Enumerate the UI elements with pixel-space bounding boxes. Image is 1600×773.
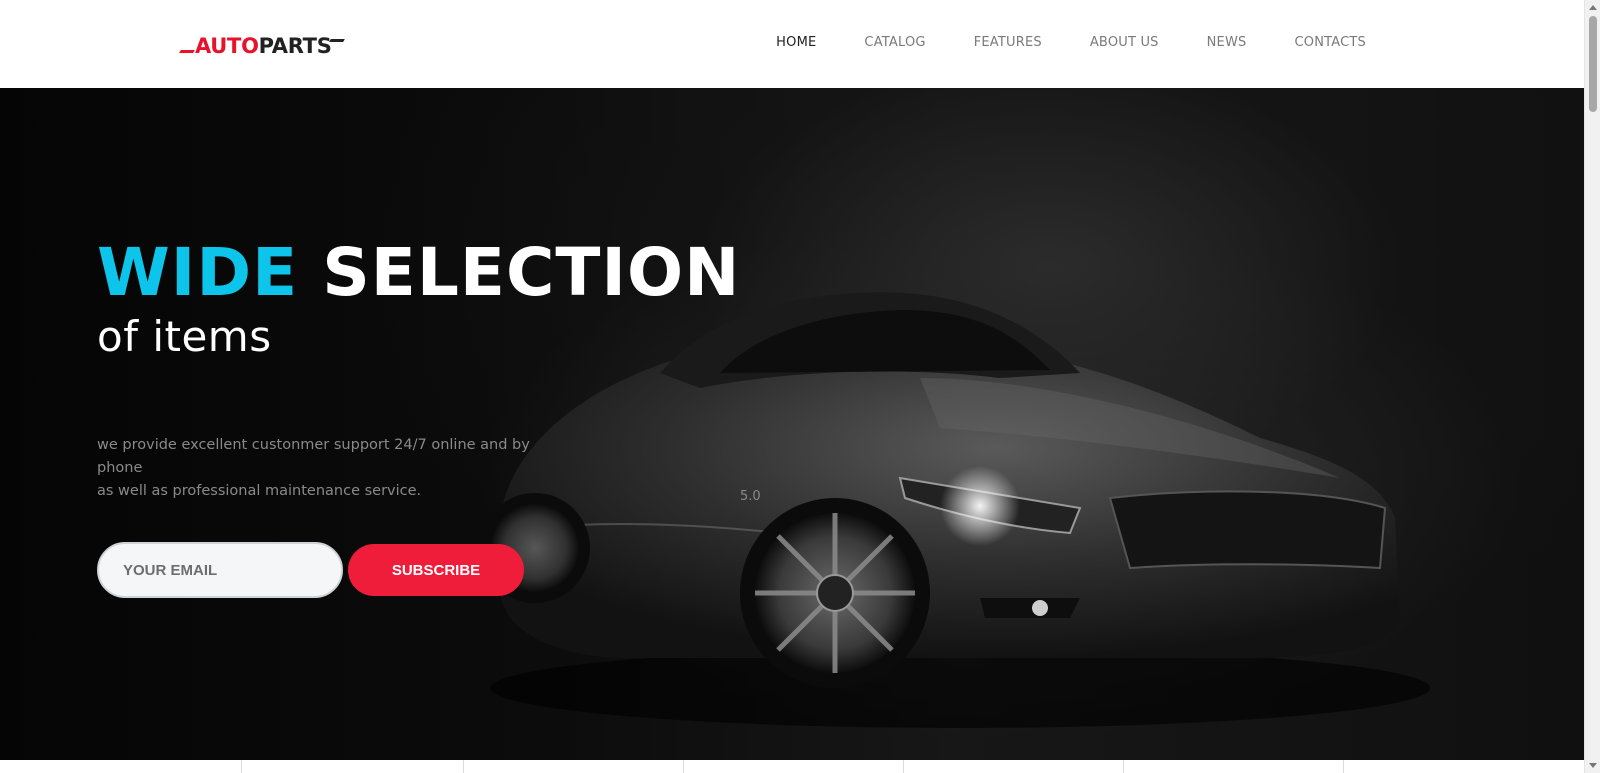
description-line-2: as well as professional maintenance serv… bbox=[97, 483, 422, 499]
logo-swoosh-right bbox=[328, 38, 345, 42]
nav-item-catalog[interactable]: CATALOG bbox=[864, 34, 925, 52]
logo-swoosh-left bbox=[179, 49, 195, 53]
column-divider bbox=[683, 760, 684, 773]
hero-headline: WIDE SELECTION bbox=[97, 238, 740, 308]
nav-item-home[interactable]: HOME bbox=[776, 34, 816, 52]
hero-subheadline: of items bbox=[97, 312, 272, 361]
column-divider bbox=[241, 760, 242, 773]
car-badge-text: 5.0 bbox=[740, 489, 761, 504]
email-input[interactable] bbox=[97, 542, 343, 598]
subscribe-form: SUBSCRIBE bbox=[97, 542, 524, 598]
scrollbar-thumb[interactable] bbox=[1589, 16, 1597, 112]
nav-item-features[interactable]: FEATURES bbox=[974, 34, 1042, 52]
column-divider bbox=[1123, 760, 1124, 773]
brand-logo[interactable]: AUTO PARTS bbox=[179, 34, 345, 58]
hero-heading-block: WIDE SELECTION of items bbox=[97, 238, 740, 362]
nav-item-about-us[interactable]: ABOUT US bbox=[1090, 34, 1159, 52]
page-scrollbar[interactable] bbox=[1584, 0, 1600, 773]
main-nav: HOME CATALOG FEATURES ABOUT US NEWS CONT… bbox=[728, 34, 1366, 52]
logo-text-parts: PARTS bbox=[258, 34, 332, 58]
description-line-1: we provide excellent custonmer support 2… bbox=[97, 437, 530, 476]
hero-banner: 5.0 WIDE SELECTION of items we provide e… bbox=[0, 88, 1584, 760]
column-divider bbox=[903, 760, 904, 773]
headline-accent-word: WIDE bbox=[97, 234, 299, 311]
headline-main-word: SELECTION bbox=[322, 234, 741, 311]
scroll-down-arrow-icon[interactable] bbox=[1589, 763, 1597, 768]
column-divider bbox=[463, 760, 464, 773]
nav-item-contacts[interactable]: CONTACTS bbox=[1294, 34, 1366, 52]
site-header: AUTO PARTS HOME CATALOG FEATURES ABOUT U… bbox=[0, 0, 1584, 88]
next-section-strip bbox=[0, 760, 1584, 773]
nav-item-news[interactable]: NEWS bbox=[1207, 34, 1247, 52]
hero-description: we provide excellent custonmer support 2… bbox=[97, 434, 577, 503]
scroll-up-arrow-icon[interactable] bbox=[1589, 5, 1597, 10]
logo-text-auto: AUTO bbox=[195, 34, 259, 58]
subscribe-button[interactable]: SUBSCRIBE bbox=[348, 544, 524, 596]
column-divider bbox=[1343, 760, 1344, 773]
